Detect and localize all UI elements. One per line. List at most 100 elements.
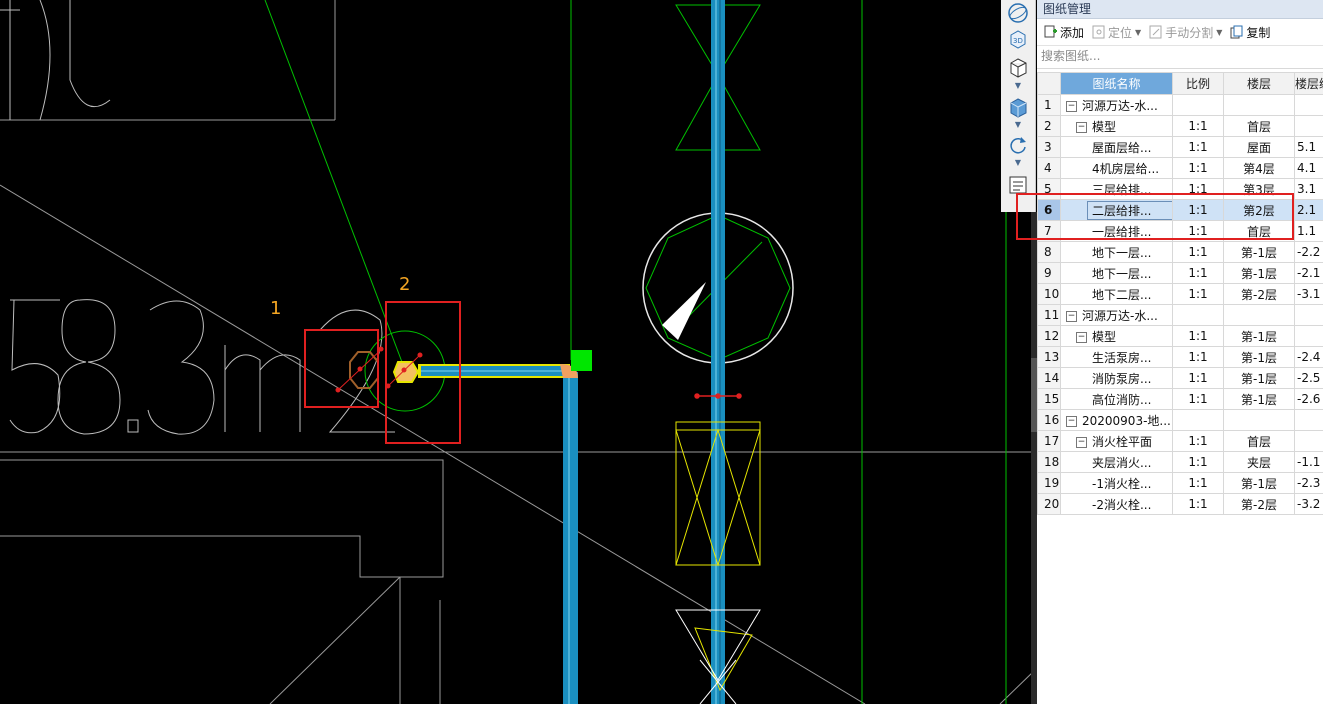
copy-button[interactable]: 复制 — [1227, 21, 1273, 43]
scale-cell[interactable]: 1:1 — [1172, 367, 1224, 389]
floor-code-cell[interactable]: -3.1 — [1294, 283, 1323, 305]
scale-cell[interactable] — [1172, 304, 1224, 326]
drawing-name-cell[interactable]: 地下一层... — [1060, 262, 1173, 284]
drawing-name-cell[interactable]: 高位消防... — [1060, 388, 1173, 410]
scale-cell[interactable]: 1:1 — [1172, 346, 1224, 368]
floor-code-cell[interactable]: -2.6 — [1294, 388, 1323, 410]
floor-code-cell[interactable]: -3.2 — [1294, 493, 1323, 515]
scale-cell[interactable]: 1:1 — [1172, 136, 1224, 158]
drawing-name-cell[interactable]: -1消火栓... — [1060, 472, 1173, 494]
floor-cell[interactable]: 第-2层 — [1223, 283, 1295, 305]
drawing-name-cell[interactable]: 地下一层... — [1060, 241, 1173, 263]
chevron-down-icon[interactable]: ▼ — [1216, 28, 1222, 37]
scale-cell[interactable]: 1:1 — [1172, 115, 1224, 137]
floor-cell[interactable] — [1223, 304, 1295, 326]
table-row[interactable]: 10 地下二层... 1:1 第-2层 -3.1 — [1037, 283, 1323, 305]
table-row[interactable]: 13 生活泵房... 1:1 第-1层 -2.4 — [1037, 346, 1323, 368]
drawing-name-cell[interactable]: − 河源万达-水... — [1060, 304, 1173, 326]
scale-cell[interactable] — [1172, 94, 1224, 116]
floor-code-cell[interactable]: -2.2 — [1294, 241, 1323, 263]
add-button[interactable]: 添加 — [1041, 21, 1087, 43]
floor-code-cell[interactable]: 4.1 — [1294, 157, 1323, 179]
table-row[interactable]: 16 −20200903-地... — [1037, 409, 1323, 431]
floor-code-cell[interactable]: -2.5 — [1294, 367, 1323, 389]
table-row[interactable]: 14 消防泵房... 1:1 第-1层 -2.5 — [1037, 367, 1323, 389]
search-input[interactable] — [1041, 46, 1301, 66]
column-header-name[interactable]: 图纸名称 — [1060, 72, 1173, 95]
scale-cell[interactable]: 1:1 — [1172, 157, 1224, 179]
table-row[interactable]: 2 − 模型 1:1 首层 — [1037, 115, 1323, 137]
manual-split-button[interactable]: 手动分割 ▼ — [1146, 21, 1225, 43]
drawing-name-cell[interactable]: − 模型 — [1060, 115, 1173, 137]
collapse-toggle-icon[interactable]: − — [1066, 415, 1077, 427]
drawing-name-cell[interactable]: 夹层消火... — [1060, 451, 1173, 473]
scale-cell[interactable]: 1:1 — [1172, 262, 1224, 284]
solid-cube-icon[interactable] — [1005, 94, 1031, 120]
floor-code-cell[interactable]: -2.4 — [1294, 346, 1323, 368]
scale-cell[interactable]: 1:1 — [1172, 451, 1224, 473]
sphere-view-icon[interactable] — [1005, 0, 1031, 26]
drawing-name-cell[interactable]: 屋面层给... — [1060, 136, 1173, 158]
floor-cell[interactable]: 第-1层 — [1223, 472, 1295, 494]
collapse-toggle-icon[interactable]: − — [1066, 100, 1077, 112]
floor-cell[interactable]: 屋面 — [1223, 136, 1295, 158]
drawing-name-cell[interactable]: −20200903-地... — [1060, 409, 1173, 431]
floor-code-cell[interactable]: 3.1 — [1294, 178, 1323, 200]
scale-cell[interactable]: 1:1 — [1172, 430, 1224, 452]
floor-cell[interactable]: 第-1层 — [1223, 346, 1295, 368]
floor-cell[interactable]: 第-1层 — [1223, 388, 1295, 410]
scale-cell[interactable]: 1:1 — [1172, 283, 1224, 305]
cube-view-icon[interactable] — [1005, 54, 1031, 80]
floor-code-cell[interactable]: 2.1 — [1294, 199, 1323, 221]
floor-code-cell[interactable]: -2.3 — [1294, 472, 1323, 494]
floor-cell[interactable]: 第-2层 — [1223, 493, 1295, 515]
floor-code-cell[interactable] — [1294, 94, 1323, 116]
floor-cell[interactable]: 首层 — [1223, 430, 1295, 452]
floor-cell[interactable] — [1223, 94, 1295, 116]
scale-cell[interactable]: 1:1 — [1172, 325, 1224, 347]
table-row[interactable]: 20 -2消火栓... 1:1 第-2层 -3.2 — [1037, 493, 1323, 515]
floor-code-cell[interactable]: 5.1 — [1294, 136, 1323, 158]
table-row[interactable]: 4 4机房层给... 1:1 第4层 4.1 — [1037, 157, 1323, 179]
floor-code-cell[interactable]: 1.1 — [1294, 220, 1323, 242]
floor-cell[interactable]: 夹层 — [1223, 451, 1295, 473]
scale-cell[interactable]: 1:1 — [1172, 241, 1224, 263]
3d-view-icon[interactable]: 3D — [1005, 26, 1031, 52]
floor-cell[interactable]: 第-1层 — [1223, 241, 1295, 263]
floor-cell[interactable] — [1223, 409, 1295, 431]
column-header-floor[interactable]: 楼层 — [1223, 72, 1295, 95]
floor-code-cell[interactable] — [1294, 115, 1323, 137]
drawing-name-cell[interactable]: − 消火栓平面 — [1060, 430, 1173, 452]
floor-cell[interactable]: 首层 — [1223, 115, 1295, 137]
table-row[interactable]: 1 − 河源万达-水... — [1037, 94, 1323, 116]
column-header-scale[interactable]: 比例 — [1172, 72, 1224, 95]
column-header-floor-code[interactable]: 楼层编 — [1294, 72, 1323, 95]
chevron-down-icon[interactable]: ▼ — [1013, 82, 1023, 90]
table-row[interactable]: 12 − 模型 1:1 第-1层 — [1037, 325, 1323, 347]
drawing-name-cell[interactable]: 生活泵房... — [1060, 346, 1173, 368]
table-row[interactable]: 17 − 消火栓平面 1:1 首层 — [1037, 430, 1323, 452]
chevron-down-icon[interactable]: ▼ — [1135, 28, 1141, 37]
cad-drawing-canvas[interactable]: 1 2 — [0, 0, 1035, 704]
drawing-name-cell[interactable]: -2消火栓... — [1060, 493, 1173, 515]
drawing-name-cell[interactable]: 消防泵房... — [1060, 367, 1173, 389]
drawing-name-cell[interactable]: − 河源万达-水... — [1060, 94, 1173, 116]
rotate-icon[interactable] — [1005, 132, 1031, 158]
scale-cell[interactable] — [1172, 409, 1224, 431]
floor-cell[interactable]: 第4层 — [1223, 157, 1295, 179]
drawing-name-cell[interactable]: 地下二层... — [1060, 283, 1173, 305]
table-row[interactable]: 18 夹层消火... 1:1 夹层 -1.1 — [1037, 451, 1323, 473]
scale-cell[interactable]: 1:1 — [1172, 472, 1224, 494]
collapse-toggle-icon[interactable]: − — [1076, 331, 1087, 343]
floor-code-cell[interactable]: -2.1 — [1294, 262, 1323, 284]
table-row[interactable]: 11 − 河源万达-水... — [1037, 304, 1323, 326]
floor-code-cell[interactable]: -1.1 — [1294, 451, 1323, 473]
collapse-toggle-icon[interactable]: − — [1076, 121, 1087, 133]
scale-cell[interactable]: 1:1 — [1172, 388, 1224, 410]
table-row[interactable]: 3 屋面层给... 1:1 屋面 5.1 — [1037, 136, 1323, 158]
drawing-name-cell[interactable]: 4机房层给... — [1060, 157, 1173, 179]
floor-code-cell[interactable] — [1294, 325, 1323, 347]
floor-cell[interactable]: 第-1层 — [1223, 325, 1295, 347]
table-row[interactable]: 8 地下一层... 1:1 第-1层 -2.2 — [1037, 241, 1323, 263]
floor-cell[interactable]: 第-1层 — [1223, 262, 1295, 284]
